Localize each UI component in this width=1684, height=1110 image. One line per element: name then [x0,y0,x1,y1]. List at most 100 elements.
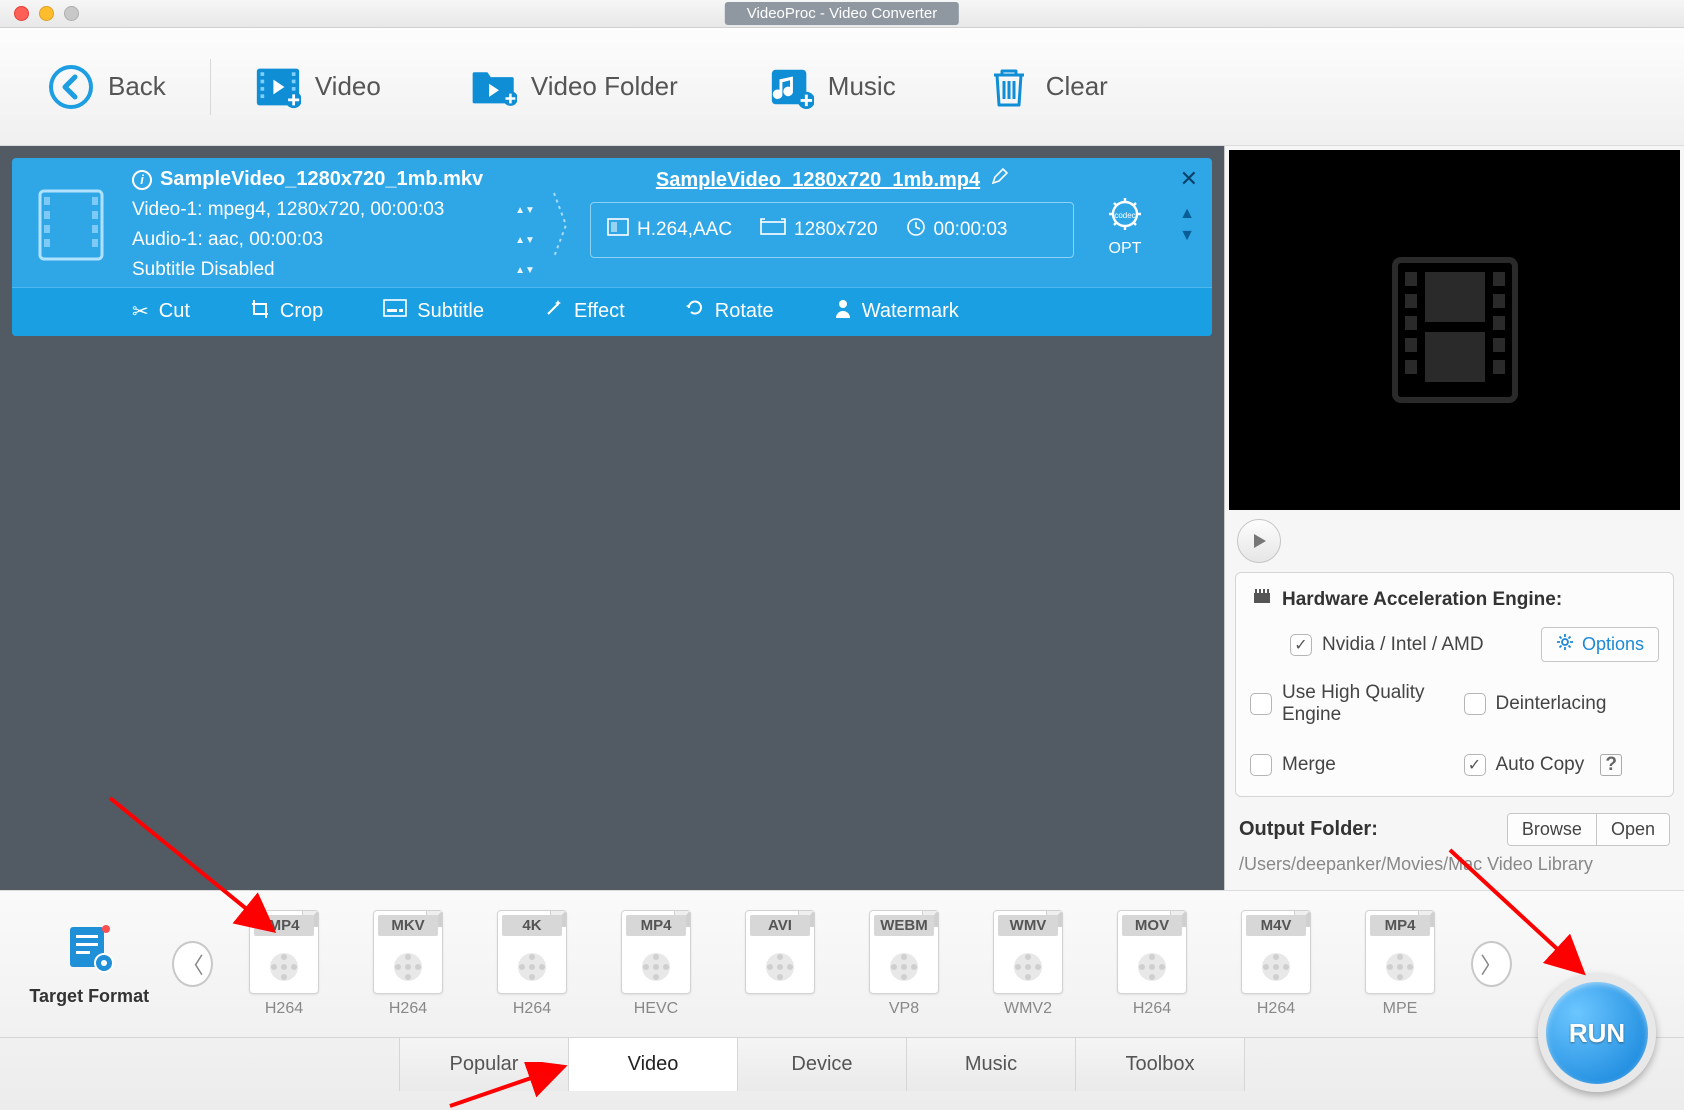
tab-music[interactable]: Music [906,1038,1076,1091]
format-tile[interactable]: M4V H264 [1231,910,1321,1018]
trash-icon [986,64,1032,110]
clear-label: Clear [1046,71,1108,102]
video-folder-icon [471,64,517,110]
format-next-button[interactable]: 〉 [1471,941,1512,987]
merge-label: Merge [1282,754,1336,776]
add-video-folder-button[interactable]: Video Folder [453,56,696,118]
format-top-label: MP4 [626,915,686,936]
format-top-label: M4V [1246,915,1306,936]
back-button[interactable]: Back [30,56,184,118]
cut-label: Cut [159,300,190,323]
output-file-name[interactable]: SampleVideo_1280x720_1mb.mp4 [656,169,980,192]
window-minimize-icon[interactable] [39,6,54,21]
reel-icon [887,950,921,984]
crop-icon [250,298,270,324]
help-icon[interactable]: ? [1600,754,1622,776]
source-audio-info: Audio-1: aac, 00:00:03 [132,229,323,251]
format-tile[interactable]: MP4HEVC [611,910,701,1018]
autocopy-label: Auto Copy [1496,754,1585,776]
window-close-icon[interactable] [14,6,29,21]
accel-options-button[interactable]: Options [1541,627,1659,662]
crop-button[interactable]: Crop [250,298,323,324]
output-resolution: 1280x720 [794,219,877,241]
browse-button[interactable]: Browse [1508,814,1596,845]
format-tile[interactable]: MP4MPE [1355,910,1445,1018]
format-top-label: 4K [502,915,562,936]
gear-icon: codec [1103,192,1147,236]
video-preview [1229,150,1680,510]
rotate-button[interactable]: Rotate [685,298,774,324]
accel-options-label: Options [1582,634,1644,655]
hq-engine-checkbox[interactable] [1250,693,1272,715]
add-video-button[interactable]: Video [237,56,399,118]
film-placeholder-icon [1385,250,1525,410]
watermark-label: Watermark [862,300,959,323]
play-button[interactable] [1237,519,1281,563]
side-panel: Hardware Acceleration Engine: Nvidia / I… [1224,146,1684,890]
format-sub-label: H264 [513,1000,551,1018]
add-video-folder-label: Video Folder [531,71,678,102]
format-sub-label: VP8 [889,1000,919,1018]
tab-device[interactable]: Device [737,1038,907,1091]
output-folder-section: Output Folder: Browse Open /Users/deepan… [1225,807,1684,887]
format-tile[interactable]: MOVH264 [1107,910,1197,1018]
chevron-right-icon: 〉 [1480,948,1502,980]
tab-video[interactable]: Video [568,1038,738,1091]
format-tile[interactable]: 4K H264 [487,910,577,1018]
chip-icon [1250,587,1274,613]
clear-button[interactable]: Clear [968,56,1126,118]
output-folder-label: Output Folder: [1239,818,1378,841]
audio-track-stepper[interactable]: ▲▼ [518,235,532,246]
format-list: MP4H264MKVH2644KH264MP4HEVCAVIWEBMVP8WMV… [231,910,1453,1018]
autocopy-checkbox[interactable] [1464,754,1486,776]
format-sub-label: MPE [1383,1000,1418,1018]
video-track-stepper[interactable]: ▲▼ [518,205,532,216]
format-top-label: AVI [750,915,810,936]
film-icon [26,168,116,281]
reel-icon [639,950,673,984]
effect-button[interactable]: Effect [544,298,625,324]
add-music-button[interactable]: Music [750,56,914,118]
info-icon[interactable]: i [132,170,152,190]
deinterlace-checkbox[interactable] [1464,693,1486,715]
gear-icon [1556,633,1574,656]
reel-icon [1135,950,1169,984]
output-codec: H.264,AAC [637,219,732,241]
format-tile[interactable]: MP4H264 [239,910,329,1018]
close-icon[interactable]: ✕ [1180,166,1198,192]
run-button[interactable]: RUN [1538,974,1656,1092]
rename-pencil-icon[interactable] [990,168,1008,192]
merge-checkbox[interactable] [1250,754,1272,776]
format-tile[interactable]: WEBMVP8 [859,910,949,1018]
tab-popular[interactable]: Popular [399,1038,569,1091]
target-format-section[interactable]: Target Format [24,921,154,1007]
window-titlebar: VideoProc - Video Converter [0,0,1684,28]
format-sub-label: H264 [1257,1000,1295,1018]
output-folder-path: /Users/deepanker/Movies/Mac Video Librar… [1239,854,1670,875]
subtitle-button[interactable]: Subtitle [383,298,484,324]
queue-item[interactable]: ✕ i SampleVideo_1280x720_1mb.mkv Video-1… [12,158,1212,336]
move-up-icon[interactable]: ▲ [1179,205,1195,223]
cut-button[interactable]: ✂ Cut [132,298,190,324]
format-tile[interactable]: MKVH264 [363,910,453,1018]
move-down-icon[interactable]: ▼ [1179,227,1195,245]
tab-toolbox[interactable]: Toolbox [1075,1038,1245,1091]
output-duration: 00:00:03 [934,219,1008,241]
reel-icon [391,950,425,984]
conversion-arrow-icon [548,168,574,281]
codec-options-button[interactable]: codec OPT [1090,168,1160,281]
main-toolbar: Back Video Video Folder Music Clear [0,28,1684,146]
hardware-accel-panel: Hardware Acceleration Engine: Nvidia / I… [1235,572,1674,797]
watermark-button[interactable]: Watermark [834,298,959,324]
source-subtitle-info: Subtitle Disabled [132,259,275,281]
nvidia-checkbox[interactable] [1290,634,1312,656]
format-tile[interactable]: WMVWMV2 [983,910,1073,1018]
subtitle-track-stepper[interactable]: ▲▼ [518,265,532,276]
open-button[interactable]: Open [1596,814,1669,845]
format-sub-label: H264 [1133,1000,1171,1018]
format-tile[interactable]: AVI [735,910,825,1018]
target-format-icon [62,921,116,980]
clock-icon [906,217,926,243]
format-prev-button[interactable]: 〈 [172,941,213,987]
scissors-icon: ✂ [132,299,149,324]
